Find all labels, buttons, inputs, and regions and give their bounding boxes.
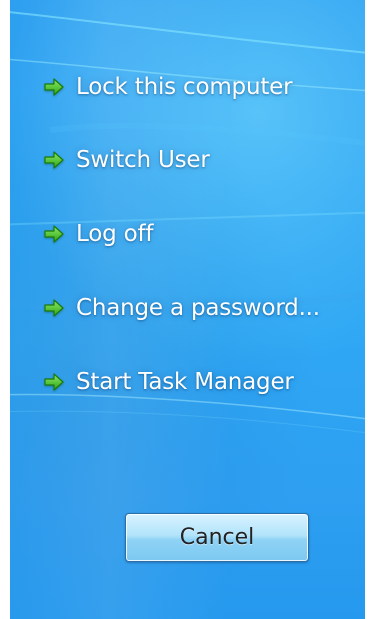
change-password-label: Change a password...: [76, 295, 320, 321]
switch-user-option[interactable]: Switch User: [42, 140, 210, 180]
cancel-button[interactable]: Cancel: [125, 513, 309, 562]
green-arrow-icon: [42, 370, 66, 394]
green-arrow-icon: [42, 148, 66, 172]
log-off-option[interactable]: Log off: [42, 214, 153, 254]
start-task-manager-option[interactable]: Start Task Manager: [42, 362, 294, 402]
start-task-manager-label: Start Task Manager: [76, 369, 294, 395]
green-arrow-icon: [42, 222, 66, 246]
log-off-label: Log off: [76, 221, 154, 247]
switch-user-label: Switch User: [76, 147, 210, 173]
lock-this-computer-option[interactable]: Lock this computer: [42, 67, 293, 107]
green-arrow-icon: [42, 75, 66, 99]
security-options-screen: Lock this computer Switch User Log off C…: [0, 0, 374, 619]
green-arrow-icon: [42, 296, 66, 320]
lock-this-computer-label: Lock this computer: [76, 74, 293, 100]
change-password-option[interactable]: Change a password...: [42, 288, 320, 328]
